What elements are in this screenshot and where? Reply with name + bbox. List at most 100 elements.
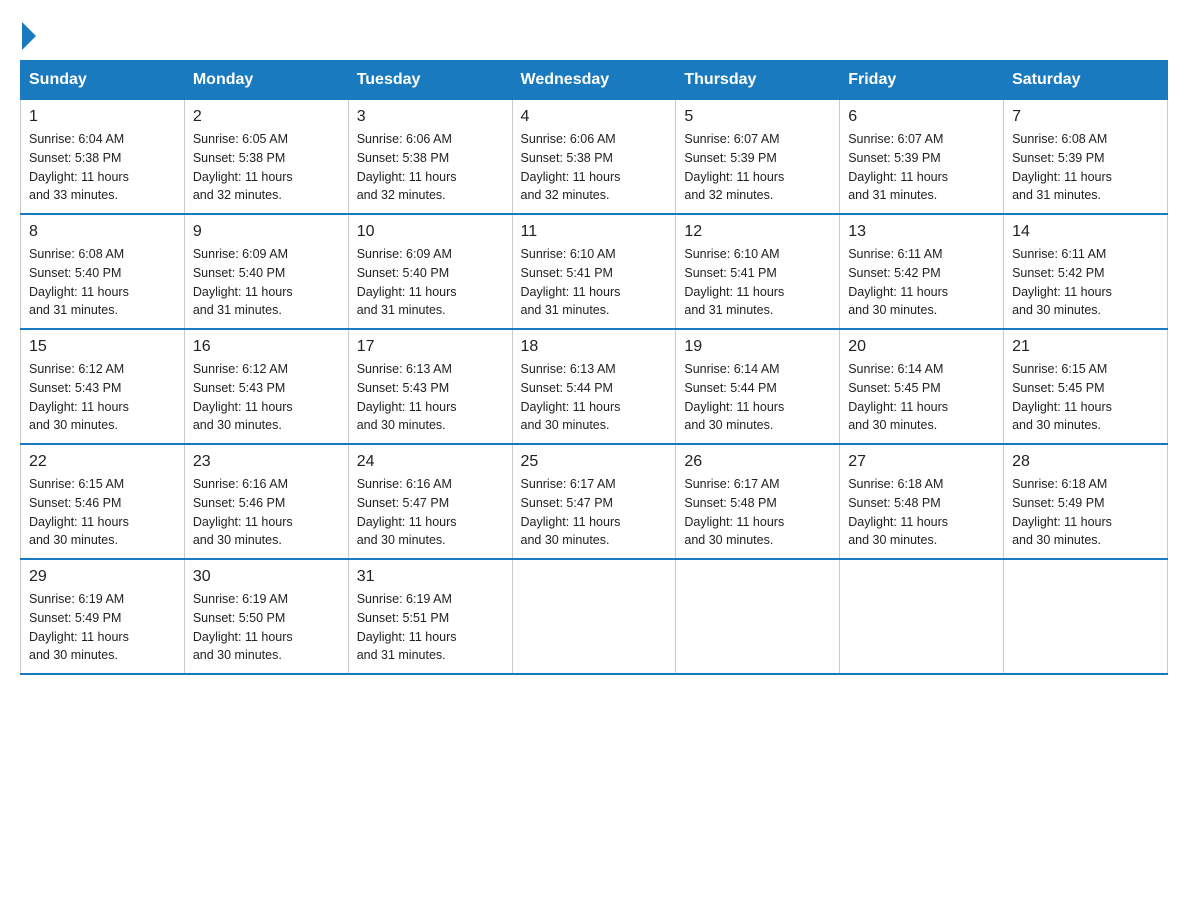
calendar-cell: 16 Sunrise: 6:12 AM Sunset: 5:43 PM Dayl…	[184, 329, 348, 444]
day-number: 24	[357, 453, 504, 471]
calendar-cell: 13 Sunrise: 6:11 AM Sunset: 5:42 PM Dayl…	[840, 214, 1004, 329]
calendar-cell: 4 Sunrise: 6:06 AM Sunset: 5:38 PM Dayli…	[512, 100, 676, 215]
day-number: 13	[848, 223, 995, 241]
day-number: 12	[684, 223, 831, 241]
day-number: 28	[1012, 453, 1159, 471]
day-info: Sunrise: 6:07 AM Sunset: 5:39 PM Dayligh…	[684, 132, 784, 202]
page-header	[20, 20, 1168, 50]
day-info: Sunrise: 6:08 AM Sunset: 5:39 PM Dayligh…	[1012, 132, 1112, 202]
calendar-cell: 23 Sunrise: 6:16 AM Sunset: 5:46 PM Dayl…	[184, 444, 348, 559]
weekday-header-sunday: Sunday	[21, 61, 185, 100]
day-number: 9	[193, 223, 340, 241]
day-number: 14	[1012, 223, 1159, 241]
day-info: Sunrise: 6:17 AM Sunset: 5:48 PM Dayligh…	[684, 477, 784, 547]
calendar-week-5: 29 Sunrise: 6:19 AM Sunset: 5:49 PM Dayl…	[21, 559, 1168, 674]
day-info: Sunrise: 6:14 AM Sunset: 5:45 PM Dayligh…	[848, 362, 948, 432]
calendar-cell: 27 Sunrise: 6:18 AM Sunset: 5:48 PM Dayl…	[840, 444, 1004, 559]
day-number: 3	[357, 108, 504, 126]
calendar-cell	[840, 559, 1004, 674]
logo	[20, 20, 36, 50]
calendar-week-2: 8 Sunrise: 6:08 AM Sunset: 5:40 PM Dayli…	[21, 214, 1168, 329]
day-number: 31	[357, 568, 504, 586]
calendar-week-3: 15 Sunrise: 6:12 AM Sunset: 5:43 PM Dayl…	[21, 329, 1168, 444]
calendar-cell: 19 Sunrise: 6:14 AM Sunset: 5:44 PM Dayl…	[676, 329, 840, 444]
calendar-cell: 20 Sunrise: 6:14 AM Sunset: 5:45 PM Dayl…	[840, 329, 1004, 444]
day-info: Sunrise: 6:19 AM Sunset: 5:51 PM Dayligh…	[357, 592, 457, 662]
calendar-cell	[512, 559, 676, 674]
weekday-header-monday: Monday	[184, 61, 348, 100]
day-info: Sunrise: 6:06 AM Sunset: 5:38 PM Dayligh…	[521, 132, 621, 202]
day-info: Sunrise: 6:10 AM Sunset: 5:41 PM Dayligh…	[521, 247, 621, 317]
day-number: 4	[521, 108, 668, 126]
calendar-cell: 17 Sunrise: 6:13 AM Sunset: 5:43 PM Dayl…	[348, 329, 512, 444]
weekday-header-saturday: Saturday	[1004, 61, 1168, 100]
calendar-cell: 14 Sunrise: 6:11 AM Sunset: 5:42 PM Dayl…	[1004, 214, 1168, 329]
day-info: Sunrise: 6:12 AM Sunset: 5:43 PM Dayligh…	[29, 362, 129, 432]
day-number: 11	[521, 223, 668, 241]
day-number: 5	[684, 108, 831, 126]
calendar-cell	[676, 559, 840, 674]
day-number: 25	[521, 453, 668, 471]
day-number: 17	[357, 338, 504, 356]
day-info: Sunrise: 6:14 AM Sunset: 5:44 PM Dayligh…	[684, 362, 784, 432]
day-number: 19	[684, 338, 831, 356]
day-info: Sunrise: 6:19 AM Sunset: 5:50 PM Dayligh…	[193, 592, 293, 662]
day-number: 16	[193, 338, 340, 356]
day-info: Sunrise: 6:16 AM Sunset: 5:46 PM Dayligh…	[193, 477, 293, 547]
day-info: Sunrise: 6:04 AM Sunset: 5:38 PM Dayligh…	[29, 132, 129, 202]
day-info: Sunrise: 6:15 AM Sunset: 5:46 PM Dayligh…	[29, 477, 129, 547]
calendar-cell: 30 Sunrise: 6:19 AM Sunset: 5:50 PM Dayl…	[184, 559, 348, 674]
calendar-cell: 1 Sunrise: 6:04 AM Sunset: 5:38 PM Dayli…	[21, 100, 185, 215]
day-info: Sunrise: 6:10 AM Sunset: 5:41 PM Dayligh…	[684, 247, 784, 317]
calendar-cell: 8 Sunrise: 6:08 AM Sunset: 5:40 PM Dayli…	[21, 214, 185, 329]
calendar-week-4: 22 Sunrise: 6:15 AM Sunset: 5:46 PM Dayl…	[21, 444, 1168, 559]
calendar-body: 1 Sunrise: 6:04 AM Sunset: 5:38 PM Dayli…	[21, 100, 1168, 675]
calendar-cell: 24 Sunrise: 6:16 AM Sunset: 5:47 PM Dayl…	[348, 444, 512, 559]
day-info: Sunrise: 6:05 AM Sunset: 5:38 PM Dayligh…	[193, 132, 293, 202]
calendar-cell: 2 Sunrise: 6:05 AM Sunset: 5:38 PM Dayli…	[184, 100, 348, 215]
day-info: Sunrise: 6:13 AM Sunset: 5:44 PM Dayligh…	[521, 362, 621, 432]
day-number: 18	[521, 338, 668, 356]
day-number: 15	[29, 338, 176, 356]
calendar-cell: 9 Sunrise: 6:09 AM Sunset: 5:40 PM Dayli…	[184, 214, 348, 329]
day-info: Sunrise: 6:18 AM Sunset: 5:49 PM Dayligh…	[1012, 477, 1112, 547]
day-info: Sunrise: 6:17 AM Sunset: 5:47 PM Dayligh…	[521, 477, 621, 547]
day-info: Sunrise: 6:06 AM Sunset: 5:38 PM Dayligh…	[357, 132, 457, 202]
calendar-cell: 18 Sunrise: 6:13 AM Sunset: 5:44 PM Dayl…	[512, 329, 676, 444]
calendar-cell: 31 Sunrise: 6:19 AM Sunset: 5:51 PM Dayl…	[348, 559, 512, 674]
calendar-cell: 12 Sunrise: 6:10 AM Sunset: 5:41 PM Dayl…	[676, 214, 840, 329]
day-info: Sunrise: 6:08 AM Sunset: 5:40 PM Dayligh…	[29, 247, 129, 317]
day-info: Sunrise: 6:19 AM Sunset: 5:49 PM Dayligh…	[29, 592, 129, 662]
calendar-cell: 6 Sunrise: 6:07 AM Sunset: 5:39 PM Dayli…	[840, 100, 1004, 215]
day-number: 26	[684, 453, 831, 471]
calendar-cell: 3 Sunrise: 6:06 AM Sunset: 5:38 PM Dayli…	[348, 100, 512, 215]
calendar-cell	[1004, 559, 1168, 674]
day-number: 7	[1012, 108, 1159, 126]
calendar-cell: 11 Sunrise: 6:10 AM Sunset: 5:41 PM Dayl…	[512, 214, 676, 329]
calendar-cell: 5 Sunrise: 6:07 AM Sunset: 5:39 PM Dayli…	[676, 100, 840, 215]
day-number: 20	[848, 338, 995, 356]
day-number: 10	[357, 223, 504, 241]
calendar-cell: 22 Sunrise: 6:15 AM Sunset: 5:46 PM Dayl…	[21, 444, 185, 559]
weekday-header-thursday: Thursday	[676, 61, 840, 100]
day-info: Sunrise: 6:15 AM Sunset: 5:45 PM Dayligh…	[1012, 362, 1112, 432]
day-number: 30	[193, 568, 340, 586]
weekday-row: SundayMondayTuesdayWednesdayThursdayFrid…	[21, 61, 1168, 100]
day-number: 21	[1012, 338, 1159, 356]
day-info: Sunrise: 6:09 AM Sunset: 5:40 PM Dayligh…	[193, 247, 293, 317]
logo-arrow-icon	[22, 22, 36, 50]
day-info: Sunrise: 6:16 AM Sunset: 5:47 PM Dayligh…	[357, 477, 457, 547]
calendar-cell: 7 Sunrise: 6:08 AM Sunset: 5:39 PM Dayli…	[1004, 100, 1168, 215]
day-number: 29	[29, 568, 176, 586]
day-number: 6	[848, 108, 995, 126]
day-info: Sunrise: 6:12 AM Sunset: 5:43 PM Dayligh…	[193, 362, 293, 432]
day-number: 22	[29, 453, 176, 471]
calendar-cell: 26 Sunrise: 6:17 AM Sunset: 5:48 PM Dayl…	[676, 444, 840, 559]
calendar-cell: 29 Sunrise: 6:19 AM Sunset: 5:49 PM Dayl…	[21, 559, 185, 674]
calendar-cell: 21 Sunrise: 6:15 AM Sunset: 5:45 PM Dayl…	[1004, 329, 1168, 444]
calendar-cell: 10 Sunrise: 6:09 AM Sunset: 5:40 PM Dayl…	[348, 214, 512, 329]
calendar-week-1: 1 Sunrise: 6:04 AM Sunset: 5:38 PM Dayli…	[21, 100, 1168, 215]
calendar-cell: 25 Sunrise: 6:17 AM Sunset: 5:47 PM Dayl…	[512, 444, 676, 559]
weekday-header-friday: Friday	[840, 61, 1004, 100]
weekday-header-tuesday: Tuesday	[348, 61, 512, 100]
